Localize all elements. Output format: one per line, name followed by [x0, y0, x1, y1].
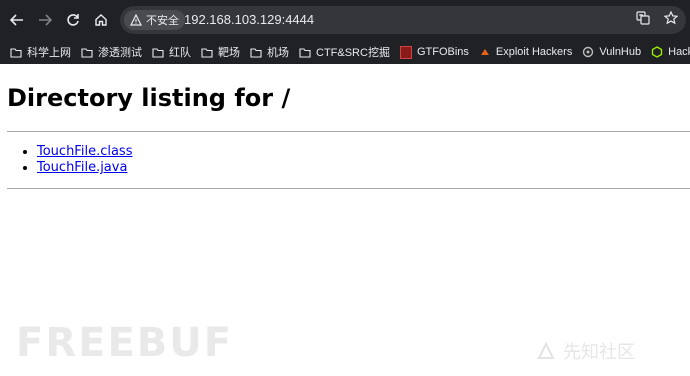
bookmark-label: 红队 — [169, 47, 191, 59]
home-button[interactable] — [89, 8, 113, 32]
page-title: Directory listing for / — [7, 84, 291, 112]
top-divider — [7, 131, 690, 132]
bookmark-folder-hongdui[interactable]: 红队 — [152, 44, 191, 60]
list-item: TouchFile.java — [37, 160, 132, 176]
security-label: 不安全 — [146, 15, 179, 27]
warning-icon — [130, 14, 142, 26]
gtfobins-icon — [399, 45, 412, 59]
bookmark-star-button[interactable] — [663, 10, 679, 30]
folder-icon — [81, 46, 93, 58]
file-link-class[interactable]: TouchFile.class — [37, 144, 132, 159]
forward-arrow-icon — [39, 14, 52, 26]
file-link-java[interactable]: TouchFile.java — [37, 160, 127, 175]
bookmark-exploit-hackers[interactable]: Exploit Hackers — [479, 46, 572, 58]
freebuf-watermark: FREEBUF — [16, 320, 234, 366]
folder-icon — [201, 46, 213, 58]
star-icon — [663, 10, 679, 24]
translate-icon — [636, 10, 650, 25]
url-text[interactable]: 192.168.103.129:4444 — [184, 6, 314, 34]
xianzhi-logo-icon — [537, 341, 555, 359]
hack-the-box-icon — [651, 46, 663, 58]
folder-icon — [152, 46, 164, 58]
address-bar-actions — [636, 10, 679, 30]
folder-icon — [250, 46, 262, 58]
bottom-divider — [7, 188, 690, 189]
reload-icon — [67, 14, 79, 26]
bookmark-folder-ctf[interactable]: CTF&SRC挖掘 — [299, 44, 390, 60]
bookmark-label: GTFOBins — [416, 46, 469, 58]
xianzhi-watermark: 先知社区 — [535, 338, 635, 364]
bookmark-gtfobins[interactable]: GTFOBins — [399, 45, 469, 59]
security-indicator[interactable]: 不安全 — [124, 10, 185, 30]
vulnhub-icon — [582, 46, 594, 58]
folder-icon — [299, 46, 311, 58]
back-arrow-icon — [10, 14, 23, 26]
forward-button[interactable] — [33, 8, 57, 32]
back-button[interactable] — [5, 8, 29, 32]
bookmark-label: Hack Th — [668, 46, 690, 58]
bookmark-label: 机场 — [267, 47, 289, 59]
bookmark-folder-shentou[interactable]: 渗透测试 — [81, 44, 142, 60]
bookmark-label: VulnHub — [599, 46, 642, 58]
bookmark-label: Exploit Hackers — [495, 46, 573, 58]
translate-button[interactable] — [636, 10, 650, 30]
exploit-icon — [479, 46, 491, 58]
folder-icon — [10, 46, 22, 58]
browser-chrome: 不安全 192.168.103.129:4444 科学上网 渗透测试 红队 靶场 — [0, 0, 690, 64]
bookmark-label: 靶场 — [218, 47, 240, 59]
bookmark-label: CTF&SRC挖掘 — [316, 47, 390, 59]
bookmark-label: 渗透测试 — [98, 47, 142, 59]
address-bar[interactable]: 不安全 192.168.103.129:4444 — [120, 6, 686, 34]
bookmarks-bar: 科学上网 渗透测试 红队 靶场 机场 CTF&SRC挖掘 GTFOBins Ex… — [0, 40, 690, 64]
home-icon — [95, 14, 107, 26]
bookmark-folder-kexue[interactable]: 科学上网 — [10, 44, 71, 60]
bookmark-folder-jichang[interactable]: 机场 — [250, 44, 289, 60]
bookmark-folder-bachang[interactable]: 靶场 — [201, 44, 240, 60]
bookmark-vulnhub[interactable]: VulnHub — [582, 46, 641, 58]
reload-button[interactable] — [61, 8, 85, 32]
list-item: TouchFile.class — [37, 144, 132, 160]
bookmark-label: 科学上网 — [27, 47, 71, 59]
file-list: TouchFile.class TouchFile.java — [0, 144, 132, 176]
xianzhi-watermark-text: 先知社区 — [563, 342, 635, 363]
bookmark-hack-the-box[interactable]: Hack Th — [651, 46, 690, 58]
